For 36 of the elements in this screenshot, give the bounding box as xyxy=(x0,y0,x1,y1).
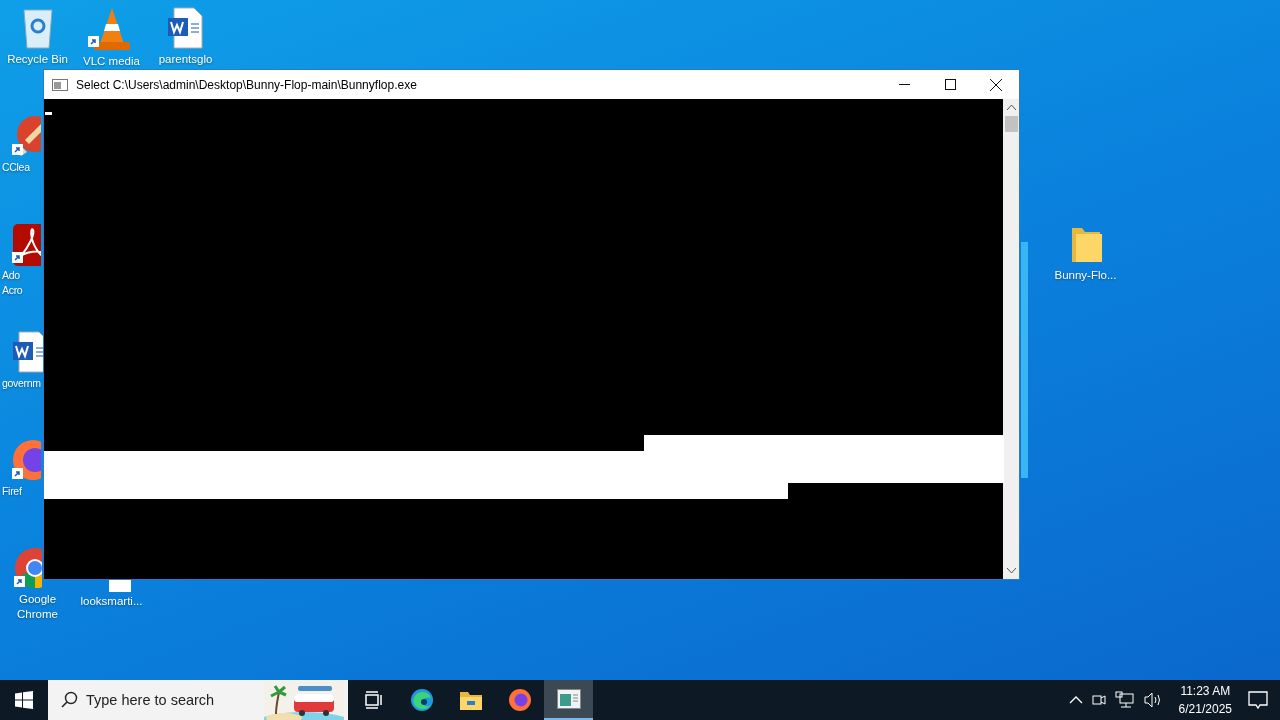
console-window-icon xyxy=(556,689,581,709)
icon-label[interactable]: VLC media xyxy=(83,54,140,69)
maximize-icon xyxy=(944,79,956,90)
vertical-scrollbar[interactable] xyxy=(1003,99,1019,579)
scroll-thumb[interactable] xyxy=(1004,116,1018,132)
icon-label[interactable]: looksmarti... xyxy=(80,594,143,609)
search-input[interactable]: Type here to search xyxy=(84,691,258,709)
icon-label[interactable]: Ado Acro xyxy=(2,268,23,298)
icon-label[interactable]: governm xyxy=(2,376,41,391)
speaker-icon[interactable] xyxy=(1142,691,1163,709)
edge-browser-icon xyxy=(409,688,434,712)
clock[interactable]: 11:23 AM 6/21/2025 xyxy=(1170,682,1240,718)
folder-icon xyxy=(458,689,483,711)
windows-logo-icon xyxy=(15,691,33,709)
clock-time: 11:23 AM xyxy=(1180,683,1231,700)
search-field[interactable]: Type here to search xyxy=(48,680,348,720)
firefox-icon xyxy=(507,688,532,712)
word-document-icon[interactable] xyxy=(11,330,43,374)
icon-label[interactable]: parentsglo xyxy=(158,52,213,67)
task-view-icon xyxy=(362,691,383,709)
icon-label[interactable]: Firef xyxy=(2,484,22,499)
console-app-icon xyxy=(52,78,68,91)
window-title: Select C:\Users\admin\Desktop\Bunny-Flop-main\Bunnyflop.exe xyxy=(76,77,417,92)
chevron-up-icon[interactable] xyxy=(1068,695,1083,705)
pdf-reader-icon[interactable] xyxy=(11,222,41,266)
icon-label[interactable]: Recycle Bin xyxy=(7,52,68,67)
word-document-icon[interactable] xyxy=(165,6,206,50)
icon-label[interactable]: CClea xyxy=(2,160,30,175)
icon-label[interactable]: Bunny-Flo... xyxy=(1054,268,1117,283)
clock-date: 6/21/2025 xyxy=(1178,701,1232,718)
icon-label[interactable]: Google Chrome xyxy=(17,592,58,622)
notification-icon[interactable] xyxy=(1248,690,1268,710)
taskbar-app-button[interactable] xyxy=(544,680,593,720)
search-icon xyxy=(60,691,78,709)
network-icon[interactable] xyxy=(1114,691,1135,709)
close-icon xyxy=(990,78,1002,91)
